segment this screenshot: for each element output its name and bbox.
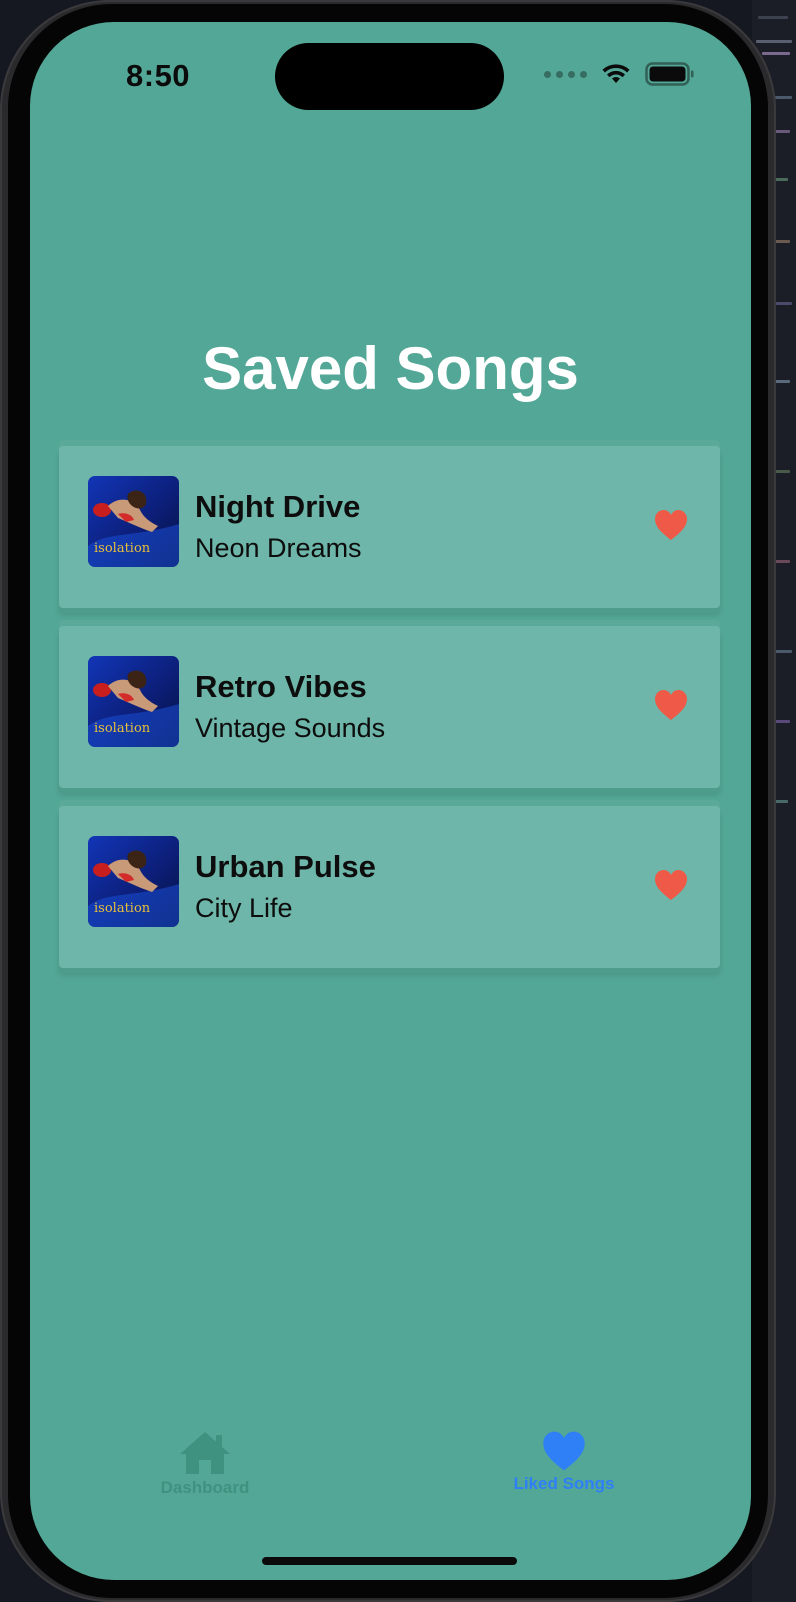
page-title: Saved Songs [202,335,579,402]
home-icon [180,1432,230,1474]
song-title: Retro Vibes [195,669,367,704]
song-row[interactable]: isolation Urban Pulse City Life [59,806,720,968]
song-row[interactable]: isolation Retro Vibes Vintage Sounds [59,626,720,788]
status-time: 8:50 [126,58,191,93]
song-row[interactable]: isolation Night Drive Neon Dreams [59,446,720,608]
svg-text:isolation: isolation [94,901,151,916]
song-artist: Vintage Sounds [195,713,386,743]
tab-liked-songs[interactable]: Liked Songs [464,1430,664,1494]
tab-label-liked-songs: Liked Songs [513,1474,615,1493]
svg-text:isolation: isolation [94,721,151,736]
album-art: isolation [88,656,179,747]
tab-dashboard[interactable]: Dashboard [105,1430,305,1498]
heart-icon[interactable] [654,689,688,721]
song-artist: Neon Dreams [195,533,362,563]
battery-icon [645,62,694,86]
dynamic-island [275,43,504,110]
song-title: Urban Pulse [195,849,376,884]
home-indicator[interactable] [262,1557,517,1565]
heart-icon [543,1431,585,1471]
album-art: isolation [88,476,179,567]
wifi-icon [602,64,630,83]
status-icons [544,62,695,86]
song-title: Night Drive [195,489,361,524]
heart-icon[interactable] [654,509,688,541]
app-screen: 8:50 Saved Songs isolation Night Drive N… [30,22,751,1580]
album-art: isolation [88,836,179,927]
signal-icon [544,70,587,78]
song-artist: City Life [195,893,293,923]
song-list: isolation Night Drive Neon Dreams isolat… [59,446,720,986]
tab-label-dashboard: Dashboard [160,1478,250,1497]
tab-bar: Dashboard Liked Songs [30,1430,751,1530]
svg-text:isolation: isolation [94,541,151,556]
heart-icon[interactable] [654,869,688,901]
